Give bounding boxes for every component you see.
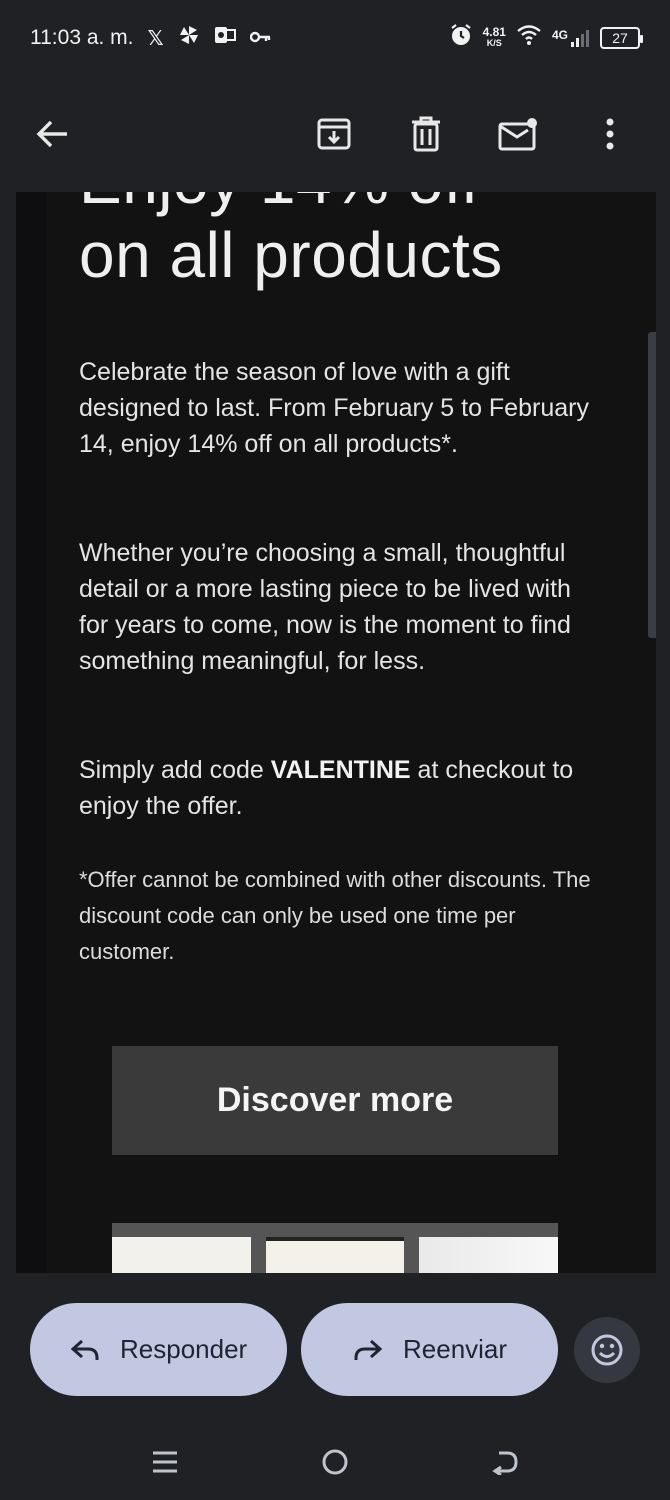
- fine-print: *Offer cannot be combined with other dis…: [79, 867, 591, 964]
- reply-actions: Responder Reenviar: [0, 1273, 670, 1423]
- arrow-left-icon: [36, 120, 67, 148]
- headline-line-2: on all products: [79, 219, 503, 291]
- product-image[interactable]: [112, 1237, 251, 1273]
- mark-unread-button[interactable]: [490, 106, 546, 162]
- paragraph-details: Whether you’re choosing a small, thought…: [79, 539, 571, 675]
- smiley-icon: [591, 1334, 623, 1366]
- emoji-reaction-button[interactable]: [574, 1317, 640, 1383]
- product-image[interactable]: [419, 1237, 559, 1273]
- cell-signal-icon: 4G: [552, 28, 590, 48]
- network-speed-unit: K/S: [486, 38, 502, 48]
- recent-apps-button[interactable]: [145, 1442, 185, 1482]
- system-back-button[interactable]: [485, 1442, 525, 1482]
- email-headline: Enjoy 14% off on all products: [79, 192, 599, 292]
- more-options-button[interactable]: [582, 106, 638, 162]
- trash-icon: [412, 116, 440, 152]
- paragraph-intro: Celebrate the season of love with a gift…: [79, 358, 589, 458]
- more-vert-icon: [606, 118, 614, 150]
- forward-button[interactable]: Reenviar: [301, 1303, 558, 1396]
- circle-icon: [322, 1449, 348, 1474]
- network-type: 4G: [551, 28, 568, 42]
- wifi-icon: [516, 24, 542, 52]
- delete-button[interactable]: [398, 106, 454, 162]
- system-navigation-bar: [0, 1423, 670, 1500]
- product-gallery: [112, 1223, 559, 1273]
- product-image[interactable]: [265, 1237, 405, 1273]
- network-speed-value: 4.81: [482, 25, 506, 39]
- reply-icon: [70, 1339, 99, 1360]
- status-bar: 11:03 a. m. 𝕏 4.81 K/S 4G 27: [0, 0, 670, 76]
- battery-icon: 27: [600, 27, 643, 49]
- mail-unread-icon: [498, 118, 537, 151]
- alarm-icon: [449, 23, 473, 53]
- back-arrow-icon: [492, 1451, 518, 1475]
- pinwheel-app-icon: [178, 24, 200, 52]
- back-button[interactable]: [24, 106, 80, 162]
- reply-label: Responder: [120, 1334, 248, 1364]
- gmail-message-screen: 11:03 a. m. 𝕏 4.81 K/S 4G 27 on all prod…: [0, 0, 670, 1500]
- scrollbar[interactable]: [648, 332, 656, 638]
- email-content: Enjoy 14% off on all products Celebrate …: [79, 192, 599, 964]
- discover-more-button[interactable]: Discover more: [112, 1046, 558, 1155]
- message-toolbar: [0, 76, 670, 192]
- key-icon: [249, 26, 272, 50]
- status-time: 11:03 a. m.: [30, 26, 134, 49]
- email-body[interactable]: Enjoy 14% off on all products Celebrate …: [16, 192, 656, 1273]
- discount-code: VALENTINE: [270, 756, 411, 784]
- reply-button[interactable]: Responder: [30, 1303, 287, 1396]
- menu-icon: [153, 1451, 177, 1472]
- battery-level: 27: [612, 30, 628, 46]
- paragraph-code: Simply add code VALENTINE at checkout to…: [79, 752, 599, 824]
- code-prefix: Simply add code: [79, 756, 271, 784]
- forward-label: Reenviar: [403, 1334, 508, 1364]
- outlook-app-icon: [214, 25, 236, 51]
- network-speed: 4.81 K/S: [482, 25, 506, 49]
- x-app-icon: 𝕏: [147, 27, 164, 50]
- archive-icon: [317, 118, 351, 150]
- headline-line-1: Enjoy 14% off: [79, 192, 599, 218]
- archive-button[interactable]: [306, 106, 362, 162]
- home-button[interactable]: [315, 1442, 355, 1482]
- forward-icon: [354, 1339, 383, 1360]
